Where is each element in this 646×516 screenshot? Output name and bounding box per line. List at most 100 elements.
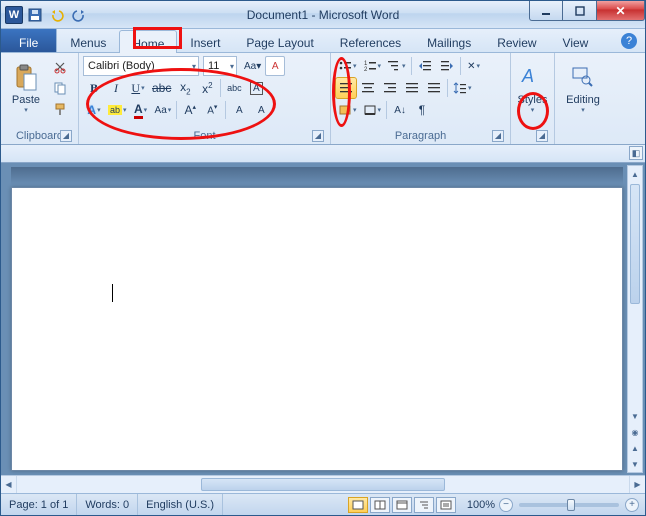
asian-layout-icon[interactable]: ✕ [464, 56, 484, 76]
zoom-slider-knob[interactable] [567, 499, 575, 511]
draft-view-icon[interactable] [436, 497, 456, 513]
window-controls: ✕ [529, 1, 645, 21]
text-effects-icon[interactable]: A [84, 100, 104, 120]
status-language[interactable]: English (U.S.) [138, 494, 223, 515]
ribbon: Paste ▾ Clipboard ◢ Calibri (Body) [1, 53, 645, 145]
align-right-icon[interactable] [380, 78, 400, 98]
shrink-font-icon[interactable]: A▾ [202, 100, 222, 120]
tab-file[interactable]: File [1, 29, 57, 52]
subscript-button[interactable]: x2 [175, 78, 195, 98]
print-layout-view-icon[interactable] [348, 497, 368, 513]
separator [220, 79, 221, 97]
full-screen-reading-view-icon[interactable] [370, 497, 390, 513]
tab-menus[interactable]: Menus [57, 29, 119, 52]
tab-page-layout[interactable]: Page Layout [233, 29, 326, 52]
copy-icon[interactable] [50, 78, 70, 98]
zoom-level[interactable]: 100% [463, 494, 499, 515]
maximize-button[interactable] [563, 1, 597, 21]
tab-insert[interactable]: Insert [177, 29, 233, 52]
tab-home[interactable]: Home [119, 30, 177, 53]
format-painter-icon[interactable] [50, 99, 70, 119]
align-left-icon[interactable] [336, 78, 356, 98]
align-center-icon[interactable] [358, 78, 378, 98]
tab-mailings[interactable]: Mailings [414, 29, 484, 52]
multilevel-list-icon[interactable] [385, 56, 408, 76]
line-spacing-icon[interactable] [451, 78, 474, 98]
browse-object-icon[interactable]: ◉ [628, 424, 642, 440]
undo-icon[interactable] [47, 5, 67, 25]
font-family-combo[interactable]: Calibri (Body) [83, 56, 199, 76]
group-font: Calibri (Body) 11 Aa▾ A B I U abc x2 x2 [79, 53, 331, 144]
cut-icon[interactable] [50, 57, 70, 77]
borders-icon[interactable] [361, 100, 384, 120]
outline-view-icon[interactable] [414, 497, 434, 513]
separator [460, 57, 461, 75]
editing-button[interactable]: Editing ▾ [562, 55, 604, 123]
page-top-shadow [11, 167, 623, 185]
tab-references[interactable]: References [327, 29, 414, 52]
minimize-button[interactable] [529, 1, 563, 21]
zoom-in-button[interactable]: + [625, 498, 639, 512]
shading-icon[interactable] [336, 100, 359, 120]
bold-button[interactable]: B [84, 78, 104, 98]
tab-review[interactable]: Review [484, 29, 549, 52]
word-app-icon[interactable]: W [5, 6, 23, 24]
phonetic-guide-icon[interactable]: abc [224, 78, 244, 98]
tab-view[interactable]: View [550, 29, 602, 52]
editing-group-label [559, 128, 607, 144]
font-launcher[interactable]: ◢ [312, 130, 324, 142]
numbering-icon[interactable]: 12 [361, 56, 384, 76]
sort-icon[interactable]: A↓ [390, 100, 410, 120]
help-icon[interactable]: ? [621, 33, 637, 49]
title-bar: W Document1 - Microsoft Word ✕ [1, 1, 645, 29]
hscroll-thumb[interactable] [201, 478, 446, 491]
scroll-up-icon[interactable]: ▲ [628, 166, 642, 182]
zoom-out-button[interactable]: − [499, 498, 513, 512]
grow-font-icon[interactable]: A▴ [180, 100, 200, 120]
qat-customize-dropdown[interactable] [91, 5, 111, 25]
show-marks-icon[interactable]: ¶ [412, 100, 432, 120]
app-window: W Document1 - Microsoft Word ✕ File [0, 0, 646, 516]
close-button[interactable]: ✕ [597, 1, 645, 21]
paste-button[interactable]: Paste ▾ [5, 55, 47, 123]
character-scaling-icon[interactable]: A [251, 100, 271, 120]
decrease-indent-icon[interactable] [415, 56, 435, 76]
save-icon[interactable] [25, 5, 45, 25]
web-layout-view-icon[interactable] [392, 497, 412, 513]
font-color-icon[interactable]: A [131, 100, 151, 120]
scroll-right-icon[interactable]: ▶ [629, 476, 645, 493]
scroll-thumb[interactable] [630, 184, 640, 304]
paragraph-launcher[interactable]: ◢ [492, 130, 504, 142]
superscript-button[interactable]: x2 [197, 78, 217, 98]
ruler-bar: ◧ [1, 145, 645, 163]
page-sheet[interactable] [11, 187, 623, 471]
highlight-icon[interactable]: ab [106, 100, 129, 120]
font-size-combo[interactable]: 11 [203, 56, 237, 76]
vertical-scrollbar[interactable]: ▲ ▼ ◉ ▲ ▼ [627, 165, 643, 473]
strikethrough-button[interactable]: abc [150, 78, 173, 98]
scroll-down-icon[interactable]: ▼ [628, 408, 642, 424]
prev-page-icon[interactable]: ▲ [628, 440, 642, 456]
redo-icon[interactable] [69, 5, 89, 25]
scroll-left-icon[interactable]: ◀ [1, 476, 17, 493]
increase-indent-icon[interactable] [437, 56, 457, 76]
clear-formatting-icon[interactable]: A [265, 56, 285, 76]
styles-launcher[interactable]: ◢ [536, 130, 548, 142]
ruler-toggle-icon[interactable]: ◧ [629, 146, 643, 160]
next-page-icon[interactable]: ▼ [628, 456, 642, 472]
status-page[interactable]: Page: 1 of 1 [1, 494, 77, 515]
italic-button[interactable]: I [106, 78, 126, 98]
change-case-icon[interactable]: Aa▾ [242, 56, 263, 76]
zoom-slider[interactable] [519, 503, 619, 507]
enclose-characters-icon[interactable]: A [229, 100, 249, 120]
justify-icon[interactable] [402, 78, 422, 98]
horizontal-scrollbar[interactable]: ◀ ▶ [1, 475, 645, 493]
character-border-icon[interactable]: A [246, 78, 266, 98]
distributed-icon[interactable] [424, 78, 444, 98]
bullets-icon[interactable] [336, 56, 359, 76]
underline-button[interactable]: U [128, 78, 148, 98]
status-words[interactable]: Words: 0 [77, 494, 138, 515]
clipboard-launcher[interactable]: ◢ [60, 130, 72, 142]
styles-button[interactable]: A Styles ▾ [515, 55, 550, 123]
character-shading-icon[interactable]: Aa [153, 100, 174, 120]
